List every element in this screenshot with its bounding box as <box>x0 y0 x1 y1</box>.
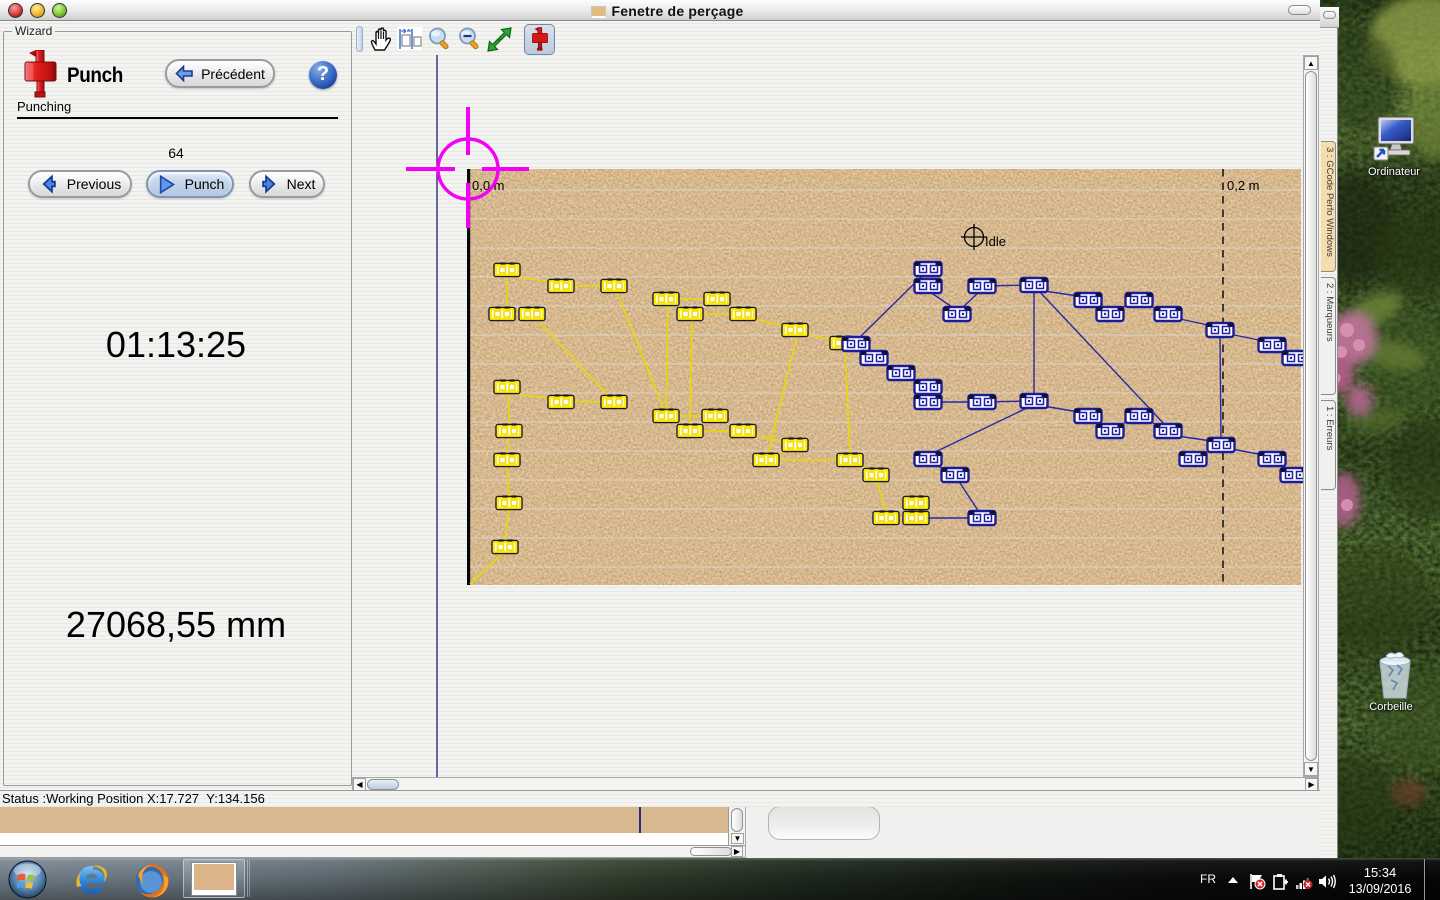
svg-text:Idle: Idle <box>985 234 1006 249</box>
svg-text:0,2 m: 0,2 m <box>1227 178 1260 193</box>
